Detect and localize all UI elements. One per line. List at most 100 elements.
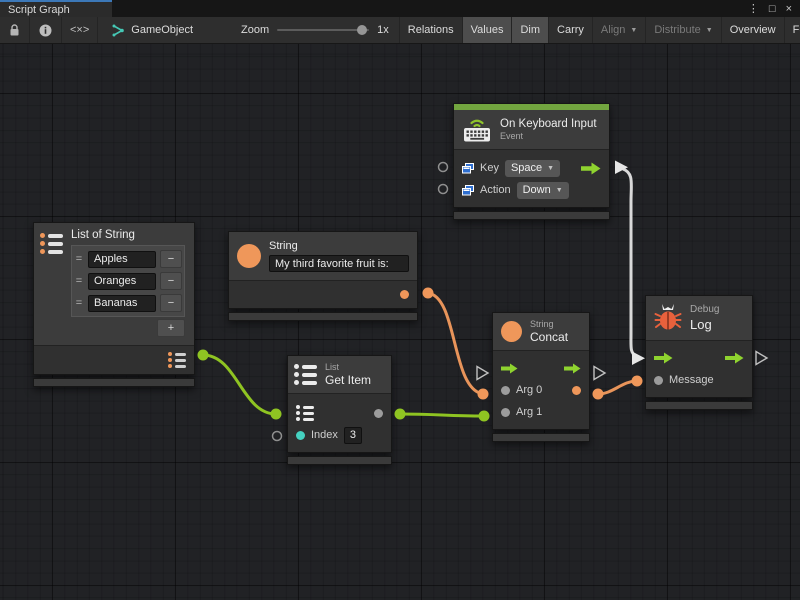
list-input-row — [288, 402, 391, 424]
index-input[interactable] — [344, 427, 362, 444]
wire-endpoint — [198, 350, 209, 361]
wire-control-source-arrow — [615, 161, 628, 175]
fullscreen-label: Full Screen — [793, 24, 800, 36]
wire-endpoint — [271, 409, 282, 420]
overview-button[interactable]: Overview — [722, 17, 785, 43]
zoom-control: Zoom 1x — [231, 17, 400, 43]
node-string-literal[interactable]: String — [228, 231, 418, 321]
tab-script-graph[interactable]: Script Graph — [0, 0, 112, 17]
relations-button[interactable]: Relations — [400, 17, 463, 43]
lock-button[interactable] — [0, 17, 30, 43]
bug-icon — [654, 303, 682, 333]
node-footer — [453, 211, 610, 220]
node-debug-log[interactable]: Debug Log Message — [645, 295, 753, 410]
node-footer — [645, 401, 753, 410]
index-label: Index — [311, 429, 338, 441]
arg0-input-port[interactable] — [501, 386, 510, 395]
node-get-item[interactable]: List Get Item Ind — [287, 355, 392, 465]
values-button[interactable]: Values — [463, 17, 513, 43]
info-icon — [39, 24, 52, 37]
node-title: Concat — [530, 330, 568, 344]
key-port-label: Key — [480, 162, 499, 174]
list-output-port[interactable] — [168, 352, 186, 368]
drag-handle-icon[interactable]: = — [74, 297, 84, 309]
node-list-of-string[interactable]: List of String = − = − — [33, 222, 195, 387]
node-category: List — [325, 362, 371, 372]
remove-item-button[interactable]: − — [160, 272, 182, 290]
list-input-port[interactable] — [296, 405, 314, 421]
node-concat[interactable]: String Concat Arg 0 — [492, 312, 590, 442]
unconnected-trigger-indicator[interactable] — [477, 367, 488, 380]
drag-handle-icon[interactable]: = — [74, 275, 84, 287]
unconnected-port-indicator[interactable] — [439, 185, 448, 194]
zoom-slider-handle[interactable] — [357, 25, 367, 35]
string-value-input[interactable] — [269, 255, 409, 272]
wire-control-keyboard-to-log[interactable] — [623, 169, 636, 356]
port-row-key: Key Space ▼ — [454, 157, 609, 179]
carry-button[interactable]: Carry — [549, 17, 593, 43]
action-dropdown[interactable]: Down ▼ — [517, 182, 569, 199]
graph-canvas[interactable]: On Keyboard Input Event Key Space ▼ — [0, 44, 800, 600]
wire-getitem-to-concat[interactable] — [400, 414, 484, 416]
lock-icon — [9, 24, 20, 37]
trigger-output-port[interactable] — [725, 352, 744, 364]
list-icon — [40, 233, 63, 337]
gameobject-button[interactable]: GameObject — [98, 17, 201, 43]
zoom-slider[interactable] — [277, 29, 369, 31]
arg1-row: Arg 1 — [493, 401, 589, 423]
node-title: Get Item — [325, 373, 371, 387]
trigger-input-port[interactable] — [501, 363, 518, 374]
key-dropdown[interactable]: Space ▼ — [505, 160, 560, 177]
action-dropdown-value: Down — [523, 184, 551, 196]
drag-handle-icon[interactable]: = — [74, 253, 84, 265]
values-label: Values — [471, 24, 504, 36]
unconnected-trigger-indicator[interactable] — [756, 352, 767, 365]
dim-button[interactable]: Dim — [512, 17, 549, 43]
index-input-port[interactable] — [296, 431, 305, 440]
fullscreen-button[interactable]: Full Screen — [785, 17, 800, 43]
unconnected-trigger-indicator[interactable] — [594, 367, 605, 380]
string-output-port[interactable] — [400, 290, 409, 299]
remove-item-button[interactable]: − — [160, 250, 182, 268]
maximize-icon[interactable]: □ — [769, 3, 776, 15]
result-output-port[interactable] — [572, 386, 581, 395]
menu-icon[interactable]: ⋮ — [748, 2, 759, 15]
wire-concat-to-log[interactable] — [598, 381, 637, 394]
align-button[interactable]: Align▼ — [593, 17, 646, 43]
remove-item-button[interactable]: − — [160, 294, 182, 312]
code-view-button[interactable]: <×> — [62, 17, 98, 43]
unconnected-port-indicator[interactable] — [439, 163, 448, 172]
chevron-down-icon: ▼ — [556, 187, 563, 194]
unconnected-port-indicator[interactable] — [273, 432, 282, 441]
arg0-label: Arg 0 — [516, 384, 542, 396]
wire-control-dest-arrow — [632, 352, 645, 366]
list-item-input[interactable] — [88, 295, 156, 312]
distribute-button[interactable]: Distribute▼ — [646, 17, 721, 43]
enum-icon — [462, 185, 474, 196]
zoom-value: 1x — [377, 24, 389, 36]
tab-bar: Script Graph ⋮ □ × — [0, 0, 800, 17]
trigger-input-port[interactable] — [654, 352, 673, 364]
trigger-row — [646, 347, 752, 369]
string-type-icon — [501, 321, 522, 342]
trigger-output-port[interactable] — [581, 162, 601, 175]
message-input-port[interactable] — [654, 376, 663, 385]
list-item-input[interactable] — [88, 273, 156, 290]
wire-list-to-getitem[interactable] — [203, 355, 276, 414]
wire-string-to-concat[interactable] — [428, 293, 483, 394]
trigger-output-port[interactable] — [564, 363, 581, 374]
arg1-input-port[interactable] — [501, 408, 510, 417]
close-icon[interactable]: × — [786, 3, 792, 15]
info-button[interactable] — [30, 17, 62, 43]
node-title: List of String — [71, 229, 135, 241]
add-item-button[interactable]: + — [157, 319, 185, 337]
list-item-input[interactable] — [88, 251, 156, 268]
item-output-port[interactable] — [374, 409, 383, 418]
graph-asset-icon — [110, 23, 125, 38]
arg0-row: Arg 0 — [493, 379, 589, 401]
node-category: Debug — [690, 304, 719, 315]
keyboard-icon — [462, 116, 492, 143]
distribute-label: Distribute — [654, 24, 700, 36]
node-on-keyboard-input[interactable]: On Keyboard Input Event Key Space ▼ — [453, 103, 610, 220]
wire-endpoint — [593, 389, 604, 400]
